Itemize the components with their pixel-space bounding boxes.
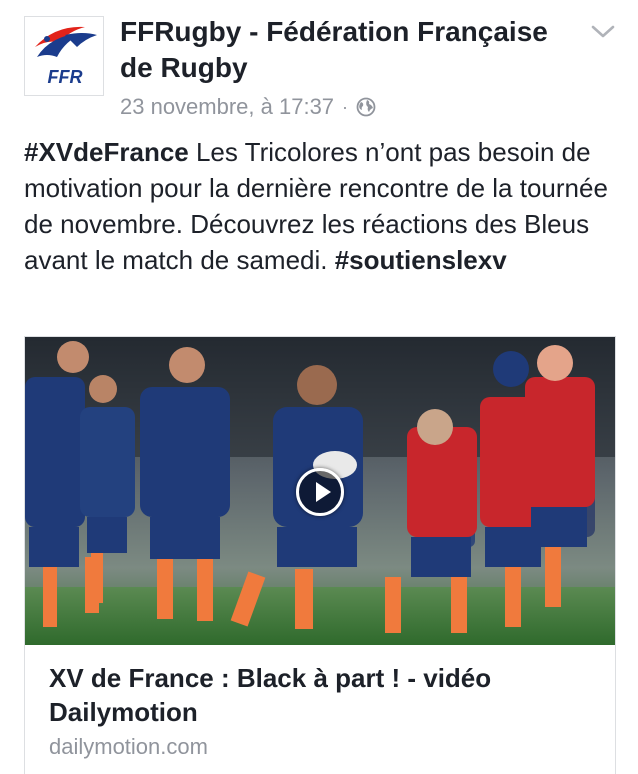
post-timestamp[interactable]: 23 novembre, à 17:37 [120,94,334,120]
video-thumbnail[interactable] [25,337,615,645]
globe-icon [356,97,376,117]
post-meta: 23 novembre, à 17:37 · [120,92,376,122]
chevron-down-icon[interactable] [590,22,616,42]
play-icon[interactable] [296,468,344,516]
avatar-text: FFR [48,67,83,87]
link-preview-card[interactable]: XV de France : Black à part ! - vidéo Da… [24,336,616,774]
hashtag-soutienslexv[interactable]: #soutienslexv [335,245,507,275]
meta-separator: · [342,96,349,117]
post-message: #XVdeFrance Les Tricolores n’ont pas bes… [24,134,624,278]
link-domain: dailymotion.com [49,734,208,759]
page-avatar[interactable]: FFR [24,16,104,96]
post-header: FFR FFRugby - Fédération Française de Ru… [0,0,638,130]
page-name-link[interactable]: FFRugby - Fédération Française de Rugby [120,14,580,86]
link-title[interactable]: XV de France : Black à part ! - vidéo Da… [49,661,599,729]
hashtag-xvdefrance[interactable]: #XVdeFrance [24,137,189,167]
ffr-logo: FFR [25,17,103,95]
